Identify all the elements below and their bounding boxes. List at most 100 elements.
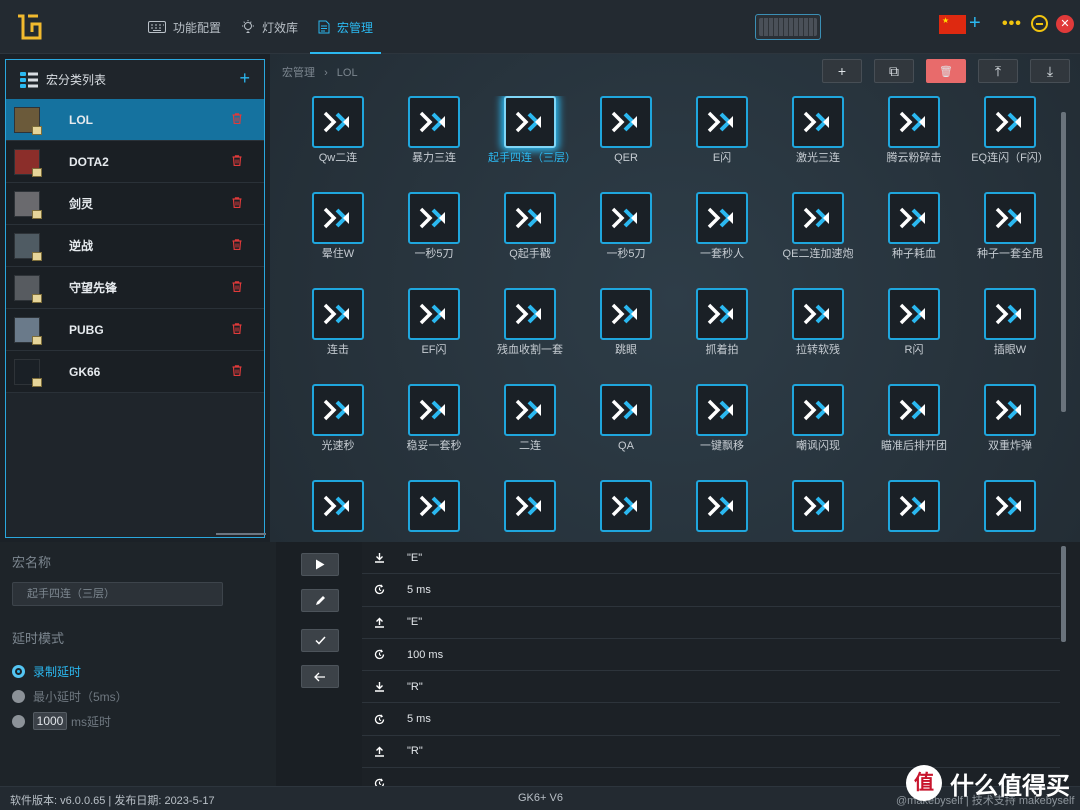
add-macro-button[interactable]: + [822, 59, 862, 83]
macro-label: 种子耗血 [892, 248, 936, 260]
macro-item[interactable]: QA [578, 384, 674, 480]
macro-item[interactable] [674, 480, 770, 542]
delete-category-icon[interactable] [232, 323, 242, 337]
macro-item[interactable]: 晕住W [290, 192, 386, 288]
macro-item[interactable]: 双重炸弹 [962, 384, 1058, 480]
macro-item[interactable]: QER [578, 96, 674, 192]
custom-delay-radio[interactable]: 1000 ms延时 [12, 712, 111, 730]
delete-category-icon[interactable] [232, 239, 242, 253]
macro-item[interactable]: EF闪 [386, 288, 482, 384]
macro-grid-scrollbar[interactable] [1061, 112, 1066, 412]
macro-item[interactable]: 一秒5刀 [578, 192, 674, 288]
macro-item[interactable]: 抓着拍 [674, 288, 770, 384]
confirm-button[interactable] [301, 629, 339, 652]
macro-item[interactable] [866, 480, 962, 542]
add-device-icon[interactable]: + [969, 13, 981, 33]
step-row[interactable]: "E" [362, 607, 1060, 639]
min-delay-radio[interactable]: 最小延时（5ms） [12, 688, 128, 705]
macro-item[interactable]: 光速秒 [290, 384, 386, 480]
macro-icon [995, 303, 1021, 325]
category-item[interactable]: PUBG [6, 309, 264, 351]
category-item[interactable]: LOL [6, 99, 264, 141]
keyboard-icon [148, 21, 166, 33]
macro-item[interactable] [578, 480, 674, 542]
macro-item[interactable]: 暴力三连 [386, 96, 482, 192]
macro-name-input[interactable]: 起手四连（三层） [12, 582, 223, 606]
more-options-icon[interactable]: ••• [1002, 15, 1022, 33]
macro-item[interactable] [770, 480, 866, 542]
delete-category-icon[interactable] [232, 281, 242, 295]
macro-item[interactable]: 腾云粉碎击 [866, 96, 962, 192]
step-row[interactable]: 5 ms [362, 574, 1060, 607]
macro-item[interactable]: 种子耗血 [866, 192, 962, 288]
device-keyboard-image[interactable] [755, 14, 821, 40]
category-scrollbar[interactable] [216, 533, 266, 535]
add-category-icon[interactable]: + [239, 68, 250, 89]
macro-item[interactable]: Q起手戳 [482, 192, 578, 288]
macro-label: 一秒5刀 [414, 248, 454, 260]
macro-tile [312, 384, 364, 436]
import-macro-icon: ⤓ [1046, 62, 1054, 79]
tab-function-config[interactable]: 功能配置 [140, 0, 229, 54]
custom-delay-input[interactable]: 1000 [33, 712, 67, 730]
back-button[interactable] [301, 665, 339, 688]
category-item[interactable]: DOTA2 [6, 141, 264, 183]
macro-item[interactable]: 二连 [482, 384, 578, 480]
macro-item[interactable]: 一键飘移 [674, 384, 770, 480]
macro-item[interactable]: 跳眼 [578, 288, 674, 384]
category-item[interactable]: 剑灵 [6, 183, 264, 225]
delete-category-icon[interactable] [232, 365, 242, 379]
macro-item[interactable]: 种子一套全甩 [962, 192, 1058, 288]
macro-item[interactable]: 瞄准后排开团 [866, 384, 962, 480]
step-row[interactable]: 5 ms [362, 703, 1060, 736]
step-list-scrollbar[interactable] [1061, 546, 1066, 642]
category-item[interactable]: 逆战 [6, 225, 264, 267]
macro-item[interactable]: 残血收割一套 [482, 288, 578, 384]
macro-item[interactable]: 激光三连 [770, 96, 866, 192]
export-macro-button[interactable]: ⤒ [978, 59, 1018, 83]
category-item[interactable]: 守望先锋 [6, 267, 264, 309]
macro-item[interactable]: 起手四连（三层） [482, 96, 578, 192]
macro-item[interactable] [290, 480, 386, 542]
custom-delay-suffix: ms延时 [71, 714, 111, 729]
import-macro-button[interactable]: ⤓ [1030, 59, 1070, 83]
macro-item[interactable]: 稳妥一套秒 [386, 384, 482, 480]
copy-macro-button[interactable]: ⧉ [874, 59, 914, 83]
minimize-button[interactable] [1031, 15, 1048, 32]
step-row[interactable]: 100 ms [362, 639, 1060, 672]
category-item[interactable]: GK66 [6, 351, 264, 393]
macro-item[interactable]: R闪 [866, 288, 962, 384]
macro-item[interactable]: 连击 [290, 288, 386, 384]
macro-item[interactable]: QE二连加速炮 [770, 192, 866, 288]
macro-item[interactable] [386, 480, 482, 542]
record-delay-radio[interactable]: 录制延时 [12, 663, 81, 680]
macro-item[interactable]: 插眼W [962, 288, 1058, 384]
category-thumbnail [14, 232, 42, 261]
step-row[interactable]: "E" [362, 542, 1060, 575]
macro-item[interactable]: 一秒5刀 [386, 192, 482, 288]
macro-item[interactable]: Qw二连 [290, 96, 386, 192]
breadcrumb-root[interactable]: 宏管理 [282, 67, 315, 79]
tab-light-library[interactable]: 灯效库 [233, 0, 306, 54]
folder-badge-icon [32, 125, 42, 135]
delete-macro-button[interactable]: 🗑 [926, 59, 966, 83]
macro-item[interactable] [482, 480, 578, 542]
delete-category-icon[interactable] [232, 197, 242, 211]
macro-item[interactable] [962, 480, 1058, 542]
macro-item[interactable]: EQ连闪（F闪） [962, 96, 1058, 192]
macro-item[interactable]: 一套秒人 [674, 192, 770, 288]
close-button[interactable]: ✕ [1056, 15, 1074, 33]
step-row[interactable]: "R" [362, 671, 1060, 704]
step-row[interactable]: "R" [362, 736, 1060, 769]
china-flag-icon[interactable]: ★ [939, 15, 966, 34]
tab-macro-manager[interactable]: 宏管理 [310, 0, 382, 54]
category-name: GK66 [69, 364, 101, 379]
play-button[interactable] [301, 553, 339, 576]
delete-category-icon[interactable] [232, 113, 242, 127]
macro-item[interactable]: 拉转软残 [770, 288, 866, 384]
macro-icon [323, 495, 349, 517]
macro-item[interactable]: 嘲讽闪现 [770, 384, 866, 480]
edit-button[interactable] [301, 589, 339, 612]
macro-item[interactable]: E闪 [674, 96, 770, 192]
delete-category-icon[interactable] [232, 155, 242, 169]
